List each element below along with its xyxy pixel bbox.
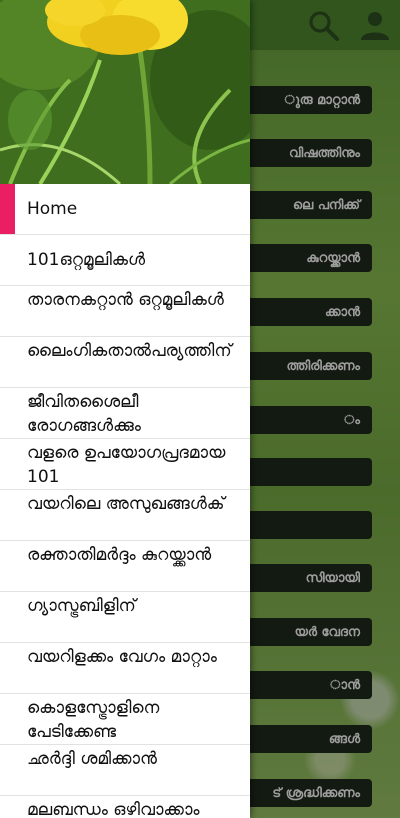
drawer-item-3[interactable]: ലൈംഗികതാൽപര്യത്തിന് [0,337,250,388]
navigation-drawer: Home 101ഒറ്റമൂലികൾ താരനകറ്റാൻ ഒറ്റമൂലികൾ ലൈ… [0,0,250,818]
drawer-item-label: ഗ്യാസ്ട്രബിളിന് [27,596,136,616]
drawer-item-9[interactable]: വയറിളക്കം വേഗം മാറ്റാം [0,643,250,694]
drawer-item-label: മലബന്ധം ഒഴിവാക്കാം [27,800,200,818]
drawer-item-label: ഛർദ്ദി ശമിക്കാൻ [27,749,157,769]
drawer-item-label: Home [27,199,78,219]
drawer-menu: Home 101ഒറ്റമൂലികൾ താരനകറ്റാൻ ഒറ്റമൂലികൾ ലൈ… [0,184,250,818]
drawer-item-label: ജീവിതശൈലീ രോഗങ്ങൾക്കും [27,392,141,436]
drawer-item-7[interactable]: രക്താതിമർദ്ദം കുറയ്ക്കാൻ [0,541,250,592]
drawer-item-label: വയറിളക്കം വേഗം മാറ്റാം [27,647,217,667]
drawer-item-11[interactable]: ഛർദ്ദി ശമിക്കാൻ [0,745,250,796]
active-indicator [0,184,15,234]
drawer-item-label: ലൈംഗികതാൽപര്യത്തിന് [27,341,232,361]
drawer-item-label: രക്താതിമർദ്ദം കുറയ്ക്കാൻ [27,545,212,565]
drawer-item-label: കൊളസ്ട്രോളിനെ പേടിക്കേണ്ട [27,698,160,742]
drawer-item-5[interactable]: വളരെ ഉപയോഗപ്രദമായ 101 [0,439,250,490]
drawer-item-2[interactable]: താരനകറ്റാൻ ഒറ്റമൂലികൾ [0,286,250,337]
drawer-item-1[interactable]: 101ഒറ്റമൂലികൾ [0,235,250,286]
drawer-item-12[interactable]: മലബന്ധം ഒഴിവാക്കാം [0,796,250,818]
yellow-flower-image [0,0,250,184]
drawer-item-4[interactable]: ജീവിതശൈലീ രോഗങ്ങൾക്കും [0,388,250,439]
drawer-item-6[interactable]: വയറിലെ അസുഖങ്ങൾക് [0,490,250,541]
drawer-scrim[interactable] [250,0,400,818]
drawer-item-label: താരനകറ്റാൻ ഒറ്റമൂലികൾ [27,290,224,310]
drawer-item-0[interactable]: Home [0,184,250,235]
drawer-item-10[interactable]: കൊളസ്ട്രോളിനെ പേടിക്കേണ്ട [0,694,250,745]
drawer-item-label: 101ഒറ്റമൂലികൾ [27,250,146,270]
drawer-item-label: വയറിലെ അസുഖങ്ങൾക് [27,494,225,514]
drawer-header-image [0,0,250,184]
drawer-item-label: വളരെ ഉപയോഗപ്രദമായ 101 [27,443,226,487]
drawer-item-8[interactable]: ഗ്യാസ്ട്രബിളിന് [0,592,250,643]
